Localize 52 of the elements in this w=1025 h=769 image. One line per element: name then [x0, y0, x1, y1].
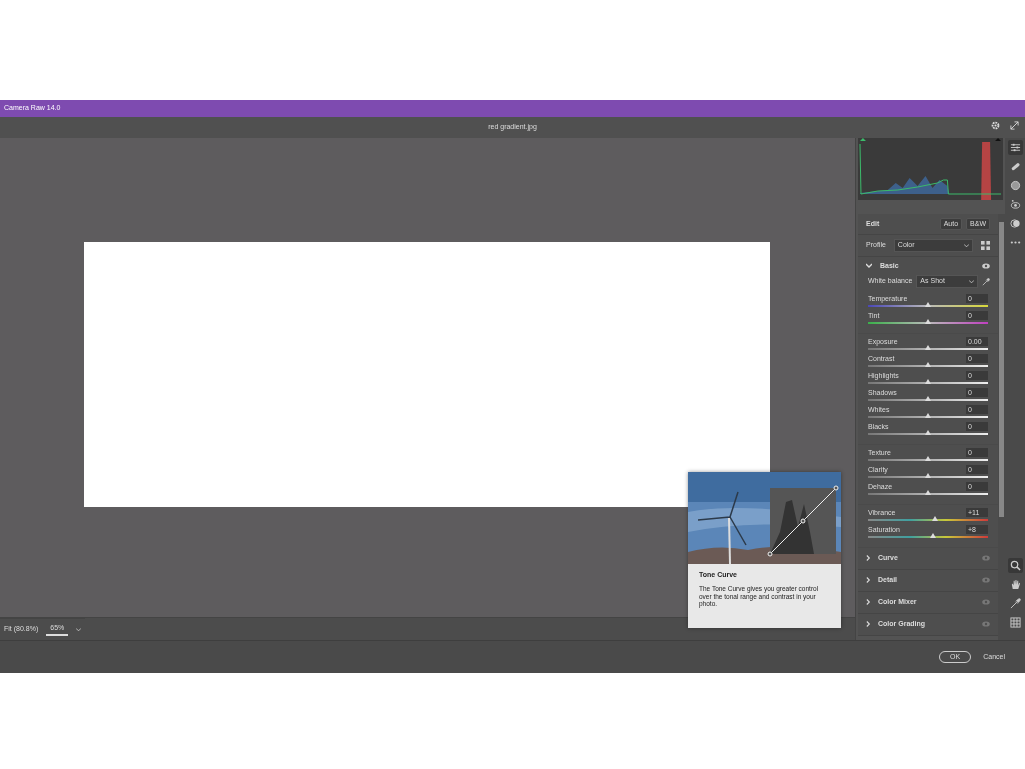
slider-thumb[interactable]: [925, 378, 931, 384]
slider-thumb[interactable]: [925, 472, 931, 478]
scrollbar-thumb[interactable]: [999, 222, 1004, 517]
slider-thumb[interactable]: [929, 532, 936, 538]
chevron-right-icon[interactable]: [866, 577, 871, 584]
slider-thumb[interactable]: [925, 344, 931, 350]
slider-track[interactable]: [868, 347, 988, 350]
eyedropper-icon[interactable]: [982, 277, 990, 286]
eye-icon[interactable]: [982, 263, 990, 270]
tool-button[interactable]: [1007, 615, 1023, 630]
slider-thumb[interactable]: [925, 301, 931, 307]
eye-icon: [1009, 199, 1021, 210]
slider-thumb[interactable]: [925, 455, 931, 461]
caret-icon: [964, 243, 969, 248]
slider-thumb[interactable]: [925, 395, 931, 401]
slider-track[interactable]: [868, 492, 988, 495]
zoom-icon: [1009, 560, 1021, 571]
settings-icon[interactable]: [991, 121, 1000, 130]
slider-track[interactable]: [868, 475, 988, 478]
slider-track[interactable]: [868, 364, 988, 367]
slider-track[interactable]: [868, 535, 988, 538]
slider-thumb[interactable]: [925, 361, 931, 367]
grid-icon[interactable]: [981, 241, 990, 251]
slider-track[interactable]: [868, 415, 988, 418]
slider-track[interactable]: [868, 321, 988, 324]
chevron-right-icon[interactable]: [866, 555, 871, 562]
circle-icon: [1009, 180, 1021, 191]
grid-icon: [1009, 617, 1021, 628]
slider-track[interactable]: [868, 304, 988, 307]
slider-thumb[interactable]: [925, 412, 931, 418]
slider-thumb[interactable]: [925, 489, 931, 495]
tool-button[interactable]: [1007, 140, 1023, 155]
eyedropper-icon: [1009, 598, 1021, 609]
slider-track[interactable]: [868, 398, 988, 401]
expand-icon[interactable]: [1010, 121, 1019, 130]
slider-track[interactable]: [868, 518, 988, 521]
slider-thumb[interactable]: [932, 515, 939, 521]
tool-button[interactable]: [1007, 558, 1023, 573]
slider-track[interactable]: [868, 458, 988, 461]
slider-thumb[interactable]: [925, 429, 931, 435]
chevron-right-icon[interactable]: [866, 621, 871, 628]
circles-icon: [1009, 218, 1021, 229]
tool-button[interactable]: [1007, 216, 1023, 231]
chevron-down-icon[interactable]: [866, 263, 872, 270]
sliders-icon: [1009, 142, 1021, 153]
chevron-right-icon[interactable]: [866, 599, 871, 606]
slider-track[interactable]: [868, 381, 988, 384]
slider-thumb[interactable]: [925, 318, 931, 324]
caret-icon: [969, 279, 974, 284]
caret-icon[interactable]: [76, 627, 82, 632]
slider-track[interactable]: [868, 432, 988, 435]
hand-icon: [1009, 579, 1021, 590]
